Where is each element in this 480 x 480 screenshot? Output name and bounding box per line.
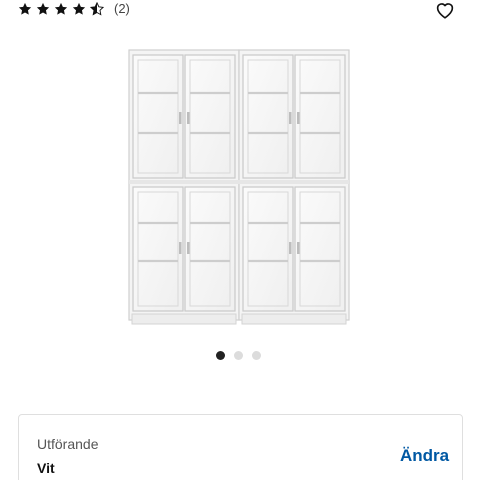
variant-card: Utförande Vit Ändra <box>18 414 463 480</box>
carousel-dots <box>216 351 261 360</box>
rating-row[interactable]: (2) <box>18 0 130 18</box>
product-image[interactable] <box>128 48 350 326</box>
star-icon <box>18 2 32 15</box>
favorite-button[interactable] <box>433 0 457 20</box>
carousel-dot-3[interactable] <box>252 351 261 360</box>
rating-stars <box>18 2 104 16</box>
change-variant-link[interactable]: Ändra <box>400 446 449 466</box>
carousel-dot-1[interactable] <box>216 351 225 360</box>
review-count: (2) <box>114 0 130 16</box>
half-star-icon <box>90 2 104 16</box>
star-icon <box>36 2 50 15</box>
carousel-dot-2[interactable] <box>234 351 243 360</box>
variant-label: Utförande <box>37 436 99 452</box>
variant-value: Vit <box>37 460 55 476</box>
heart-outline-icon <box>436 3 454 19</box>
star-icon <box>54 2 68 15</box>
star-icon <box>72 2 86 15</box>
